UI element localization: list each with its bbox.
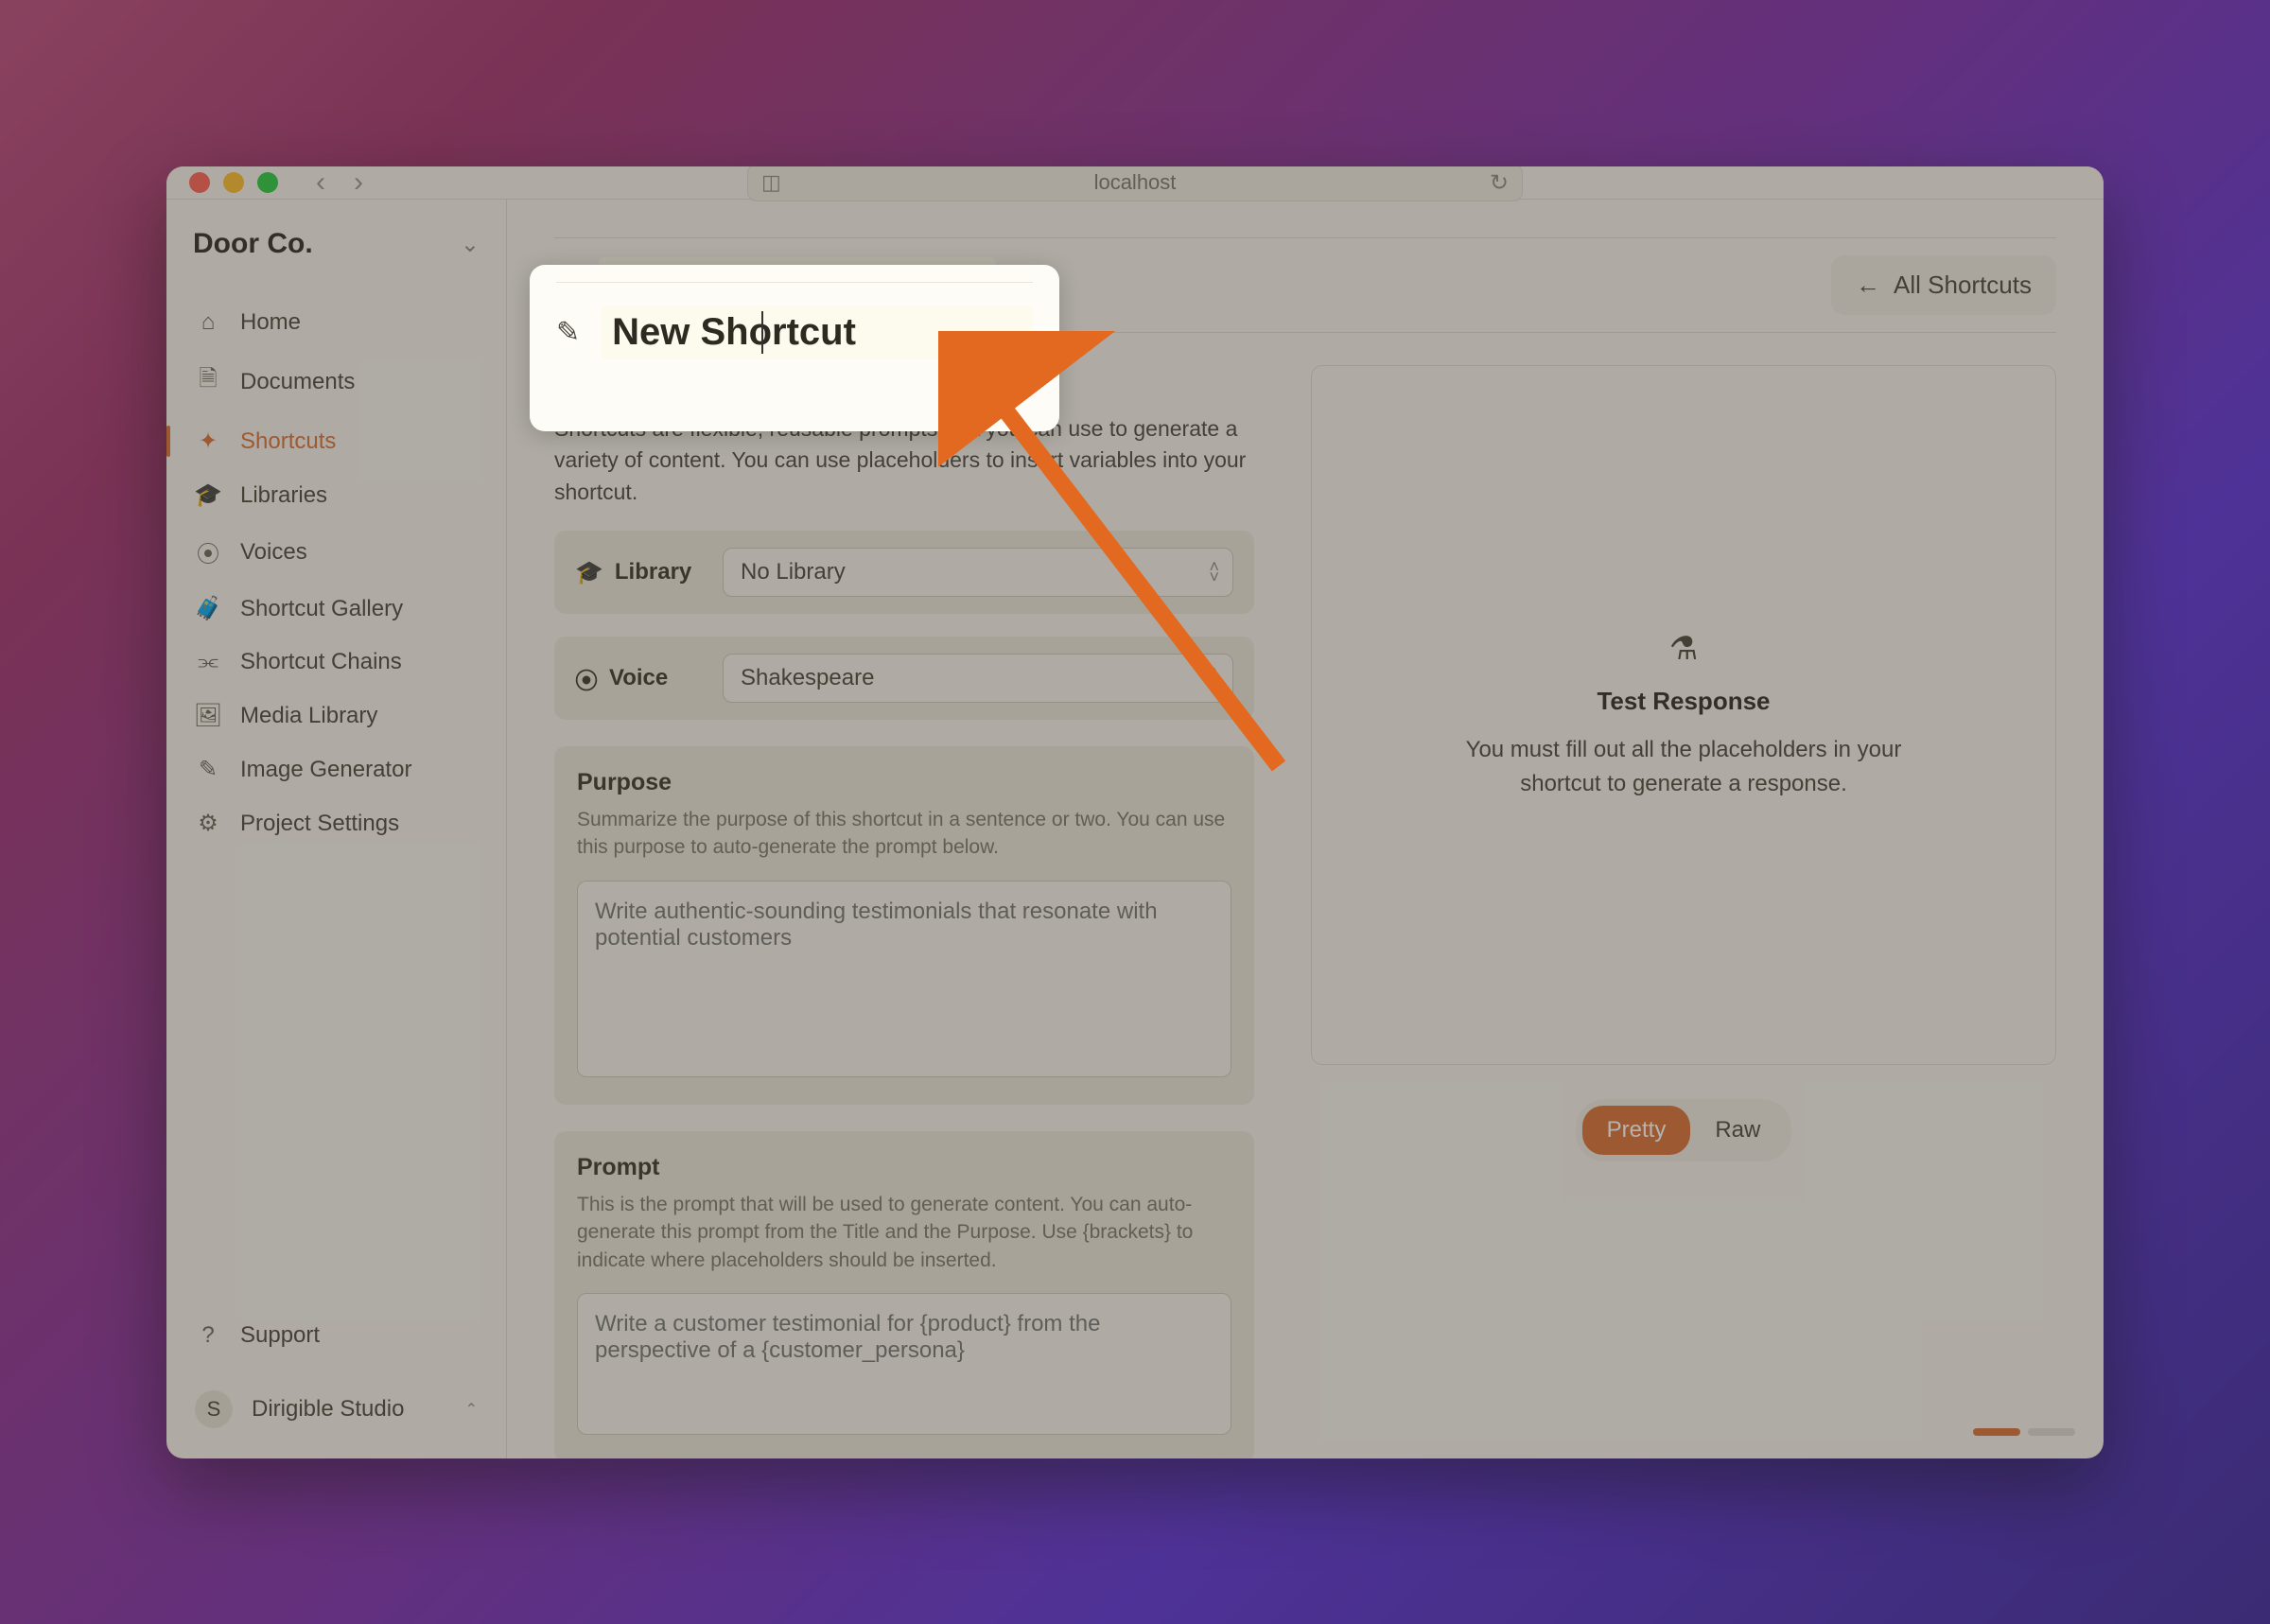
forward-button[interactable]: › (354, 166, 363, 199)
voice-select[interactable]: Shakespeare ˄˅ (723, 654, 1233, 703)
url-bar[interactable]: ◫ localhost ↻ (747, 166, 1523, 201)
sidebar-item-label: Shortcut Gallery (240, 596, 403, 622)
minimize-window-button[interactable] (223, 172, 244, 193)
sidebar-item-label: Home (240, 309, 301, 336)
content-area: ✎ ← All Shortcuts 〔〕 Shortcut Editor Sho… (507, 200, 2104, 1458)
sidebar-item-documents[interactable]: 🗎 Documents (176, 351, 497, 412)
library-value: No Library (741, 559, 846, 585)
browser-titlebar: ‹ › ◫ localhost ↻ (166, 166, 2104, 200)
sidebar-item-label: Libraries (240, 482, 327, 509)
sidebar-item-home[interactable]: ⌂ Home (176, 298, 497, 347)
sidebar-item-label: Shortcuts (240, 428, 336, 455)
test-response-panel: ⚗ Test Response You must fill out all th… (1311, 365, 2056, 1065)
gear-icon: ⚙ (195, 810, 221, 837)
shortcut-title-input[interactable] (599, 257, 996, 313)
close-window-button[interactable] (189, 172, 210, 193)
sidebar-toggle-icon[interactable]: ◫ (761, 170, 781, 195)
sidebar-item-shortcuts[interactable]: ✦ Shortcuts (176, 416, 497, 466)
chevron-up-icon: ⌃ (465, 1400, 478, 1419)
shortcut-editor-description: Shortcuts are flexible, reusable prompts… (554, 413, 1254, 508)
select-chevron-icon: ˄˅ (1209, 562, 1219, 583)
all-shortcuts-button[interactable]: ← All Shortcuts (1831, 255, 2056, 315)
refresh-icon[interactable]: ↻ (1490, 169, 1509, 197)
sidebar-item-media-library[interactable]: 🖼 Media Library (176, 690, 497, 741)
chain-icon: ⫘ (195, 649, 221, 675)
voice-value: Shakespeare (741, 665, 874, 691)
arrow-left-icon: ← (1856, 271, 1880, 300)
sidebar-item-libraries[interactable]: 🎓 Libraries (176, 470, 497, 520)
sidebar-item-label: Voices (240, 539, 307, 566)
response-view-toggle: Pretty Raw (1576, 1099, 1792, 1161)
toggle-raw[interactable]: Raw (1690, 1106, 1785, 1155)
gallery-icon: 🧳 (195, 595, 221, 622)
test-response-title: Test Response (1597, 687, 1770, 716)
sparkle-icon: ✦ (195, 428, 221, 455)
library-label: Library (615, 559, 691, 585)
sidebar-item-image-generator[interactable]: ✎ Image Generator (176, 744, 497, 795)
sidebar-item-label: Image Generator (240, 757, 411, 783)
purpose-card: Purpose Summarize the purpose of this sh… (554, 746, 1254, 1105)
scroll-indicator (1973, 1428, 2075, 1436)
shortcut-editor-heading: 〔〕 Shortcut Editor (554, 365, 1254, 400)
document-icon: 🗎 (195, 362, 221, 401)
sidebar-item-voices[interactable]: ⦿ Voices (176, 524, 497, 580)
library-icon: 🎓 (195, 481, 221, 509)
window-controls (189, 172, 278, 193)
maximize-window-button[interactable] (257, 172, 278, 193)
sidebar-item-label: Shortcut Chains (240, 649, 402, 675)
avatar: S (195, 1390, 233, 1428)
test-response-description: You must fill out all the placeholders i… (1428, 733, 1939, 801)
support-link[interactable]: ? Support (176, 1311, 497, 1360)
prompt-hint: This is the prompt that will be used to … (577, 1191, 1231, 1274)
sidebar-item-shortcut-chains[interactable]: ⫘ Shortcut Chains (176, 637, 497, 687)
help-icon: ? (195, 1322, 221, 1349)
library-row: 🎓 Library No Library ˄˅ (554, 531, 1254, 614)
purpose-hint: Summarize the purpose of this shortcut i… (577, 806, 1231, 862)
user-name: Dirigible Studio (252, 1396, 404, 1423)
select-chevron-icon: ˄˅ (1209, 668, 1219, 689)
support-label: Support (240, 1322, 320, 1349)
purpose-label: Purpose (577, 769, 1231, 796)
all-shortcuts-label: All Shortcuts (1894, 271, 2032, 300)
sidebar-item-label: Documents (240, 369, 355, 395)
org-switcher[interactable]: Door Co. ⌄ (166, 222, 506, 298)
back-button[interactable]: ‹ (316, 166, 325, 199)
library-select[interactable]: No Library ˄˅ (723, 548, 1233, 597)
purpose-textarea[interactable] (577, 881, 1231, 1077)
media-icon: 🖼 (195, 702, 221, 729)
sidebar-item-project-settings[interactable]: ⚙ Project Settings (176, 798, 497, 848)
voice-row: ⦿ Voice Shakespeare ˄˅ (554, 637, 1254, 720)
url-text: localhost (1094, 170, 1177, 195)
edit-icon: ✎ (554, 269, 578, 302)
prompt-textarea[interactable] (577, 1293, 1231, 1435)
org-name: Door Co. (193, 228, 313, 260)
sidebar: Door Co. ⌄ ⌂ Home 🗎 Documents ✦ Shortcuts 🎓… (166, 200, 507, 1458)
brackets-icon: 〔〕 (554, 365, 603, 400)
voice-icon: ⦿ (575, 662, 598, 695)
home-icon: ⌂ (195, 309, 221, 336)
user-switcher[interactable]: S Dirigible Studio ⌃ (176, 1379, 497, 1440)
prompt-label: Prompt (577, 1154, 1231, 1181)
voice-label: Voice (609, 665, 668, 691)
flask-icon: ⚗ (1669, 630, 1698, 668)
pencil-icon: ✎ (195, 756, 221, 783)
chevron-down-icon: ⌄ (461, 231, 480, 258)
voice-icon: ⦿ (195, 535, 221, 568)
toggle-pretty[interactable]: Pretty (1582, 1106, 1691, 1155)
library-icon: 🎓 (575, 559, 603, 586)
sidebar-item-label: Media Library (240, 703, 377, 729)
sidebar-item-shortcut-gallery[interactable]: 🧳 Shortcut Gallery (176, 584, 497, 634)
sidebar-item-label: Project Settings (240, 811, 399, 837)
prompt-card: Prompt This is the prompt that will be u… (554, 1131, 1254, 1458)
